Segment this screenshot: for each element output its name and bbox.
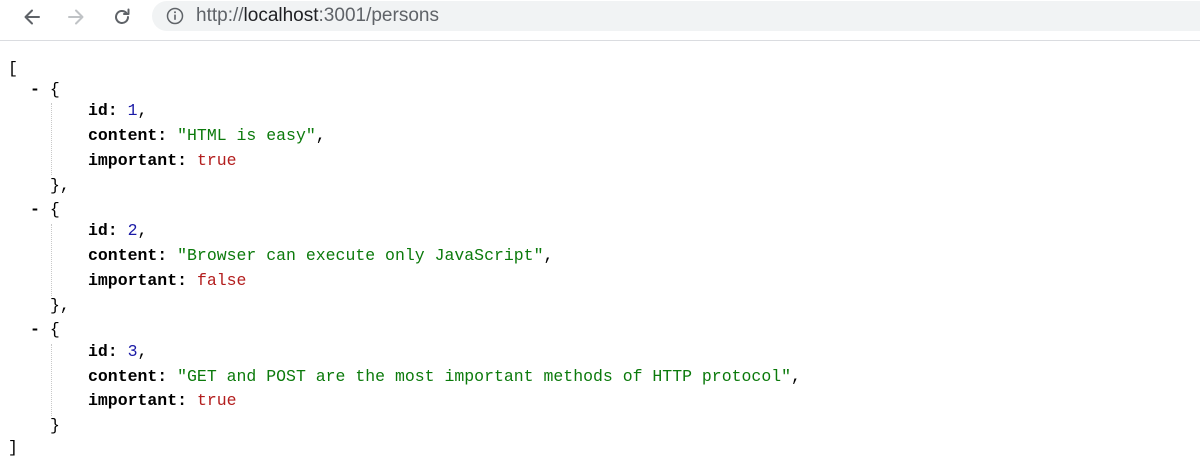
url-path: :3001/persons xyxy=(318,5,439,26)
key-important: important: xyxy=(88,151,188,170)
collapse-toggle[interactable]: - xyxy=(30,80,40,99)
key-id: id: xyxy=(88,101,118,120)
item-1-content-row: content: "HTML is easy", xyxy=(88,126,326,145)
item-3-important-row: important: true xyxy=(88,389,237,413)
value-id: 2 xyxy=(127,221,138,240)
indent-guide xyxy=(51,224,52,296)
key-id: id: xyxy=(88,221,118,240)
json-viewer: [ - { id: 1, content: "HTML is easy", im… xyxy=(0,41,1200,476)
open-brace: { xyxy=(49,320,60,339)
item-2-header: - { xyxy=(30,198,60,222)
value-content: "GET and POST are the most important met… xyxy=(177,367,792,386)
info-icon[interactable] xyxy=(166,7,184,25)
value-content: "HTML is easy" xyxy=(177,126,316,145)
forward-icon xyxy=(68,9,84,25)
reload-icon xyxy=(115,8,130,24)
key-id: id: xyxy=(88,342,118,361)
item-1-header: - { xyxy=(30,78,60,102)
key-content: content: xyxy=(88,126,168,145)
url-host: localhost xyxy=(243,5,319,26)
browser-toolbar: http://localhost:3001/persons xyxy=(0,0,1200,41)
collapse-toggle[interactable]: - xyxy=(30,320,40,339)
item-3-content-row: content: "GET and POST are the most impo… xyxy=(88,367,801,386)
forward-button[interactable] xyxy=(60,1,92,33)
open-brace: { xyxy=(49,80,60,99)
key-content: content: xyxy=(88,246,168,265)
item-1-id-row: id: 1, xyxy=(88,101,148,120)
indent-guide xyxy=(51,103,52,175)
value-important: true xyxy=(196,391,237,410)
url-scheme: http:// xyxy=(196,5,244,26)
key-important: important: xyxy=(88,271,188,290)
open-brace: { xyxy=(49,200,60,219)
indent-guide xyxy=(51,344,52,416)
back-button[interactable] xyxy=(16,1,48,33)
value-content: "Browser can execute only JavaScript" xyxy=(177,246,544,265)
item-3-id-row: id: 3, xyxy=(88,342,148,361)
key-content: content: xyxy=(88,367,168,386)
url-text[interactable]: http://localhost:3001/persons xyxy=(196,5,439,27)
value-id: 1 xyxy=(127,101,138,120)
back-icon xyxy=(24,9,40,25)
value-important: true xyxy=(196,151,237,170)
item-2-important-row: important: false xyxy=(88,269,246,293)
address-bar[interactable]: http://localhost:3001/persons xyxy=(152,1,1200,31)
item-2-id-row: id: 2, xyxy=(88,221,148,240)
item-2-close: }, xyxy=(50,296,70,315)
array-open-bracket: [ xyxy=(8,59,18,78)
key-important: important: xyxy=(88,391,188,410)
collapse-toggle[interactable]: - xyxy=(30,200,40,219)
item-3-close: } xyxy=(50,416,60,435)
item-3-header: - { xyxy=(30,318,60,342)
reload-button[interactable] xyxy=(106,1,138,33)
value-id: 3 xyxy=(127,342,138,361)
array-close-bracket: ] xyxy=(8,438,18,457)
item-1-close: }, xyxy=(50,176,70,195)
item-1-important-row: important: true xyxy=(88,149,237,173)
item-2-content-row: content: "Browser can execute only JavaS… xyxy=(88,246,554,265)
value-important: false xyxy=(196,271,247,290)
